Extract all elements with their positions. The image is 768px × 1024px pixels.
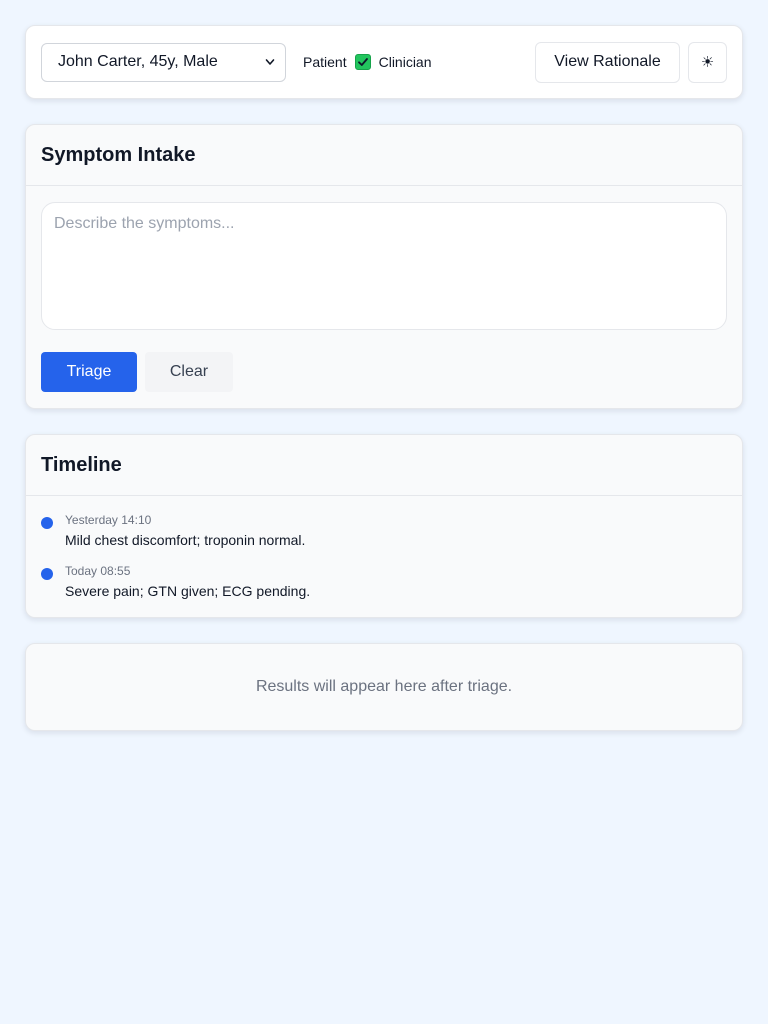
symptom-input[interactable] [41, 202, 727, 330]
results-panel: Results will appear here after triage. [25, 643, 743, 731]
mode-toggle: Patient Clinician [303, 54, 432, 70]
timeline-item-content: Yesterday 14:10 Mild chest discomfort; t… [65, 512, 305, 550]
triage-button[interactable]: Triage [41, 352, 137, 392]
timeline-item-text: Mild chest discomfort; troponin normal. [65, 532, 306, 548]
checkmark-icon [357, 58, 368, 66]
results-empty-message: Results will appear here after triage. [255, 678, 513, 695]
timeline-dot-icon [41, 517, 53, 529]
timeline-dot-icon [41, 568, 53, 580]
clinician-mode-checkbox[interactable] [354, 54, 371, 70]
view-rationale-button[interactable]: View Rationale [535, 41, 680, 83]
clear-button[interactable]: Clear [145, 352, 233, 392]
timeline-card: Timeline Yesterday 14:10 Mild chest disc… [25, 434, 743, 618]
intake-actions: Triage Clear [41, 352, 727, 392]
timeline-item-time: Today 08:55 [65, 564, 131, 578]
timeline-item-content: Today 08:55 Severe pain; GTN given; ECG … [65, 563, 310, 601]
patient-select[interactable]: John Carter, 45y, Male [41, 42, 286, 82]
timeline-title: Timeline [26, 435, 742, 496]
symptom-intake-card: Symptom Intake Triage Clear [25, 124, 743, 409]
symptom-intake-body: Triage Clear [26, 186, 742, 408]
theme-toggle-button[interactable]: ☀ [688, 41, 727, 83]
symptom-intake-title: Symptom Intake [26, 125, 742, 186]
timeline-item: Yesterday 14:10 Mild chest discomfort; t… [41, 512, 727, 550]
app-container: John Carter, 45y, Male Patient Clinician… [25, 25, 743, 756]
sun-icon: ☀ [700, 54, 715, 71]
patient-select-value: John Carter, 45y, Male [58, 53, 218, 70]
timeline-item: Today 08:55 Severe pain; GTN given; ECG … [41, 563, 727, 601]
chevron-down-icon [265, 59, 275, 65]
top-bar: John Carter, 45y, Male Patient Clinician… [25, 25, 743, 99]
timeline-list: Yesterday 14:10 Mild chest discomfort; t… [26, 496, 742, 617]
timeline-item-text: Severe pain; GTN given; ECG pending. [65, 583, 311, 599]
mode-label-clinician: Clinician [378, 54, 432, 70]
timeline-item-time: Yesterday 14:10 [65, 513, 152, 527]
mode-label-patient: Patient [303, 54, 347, 70]
